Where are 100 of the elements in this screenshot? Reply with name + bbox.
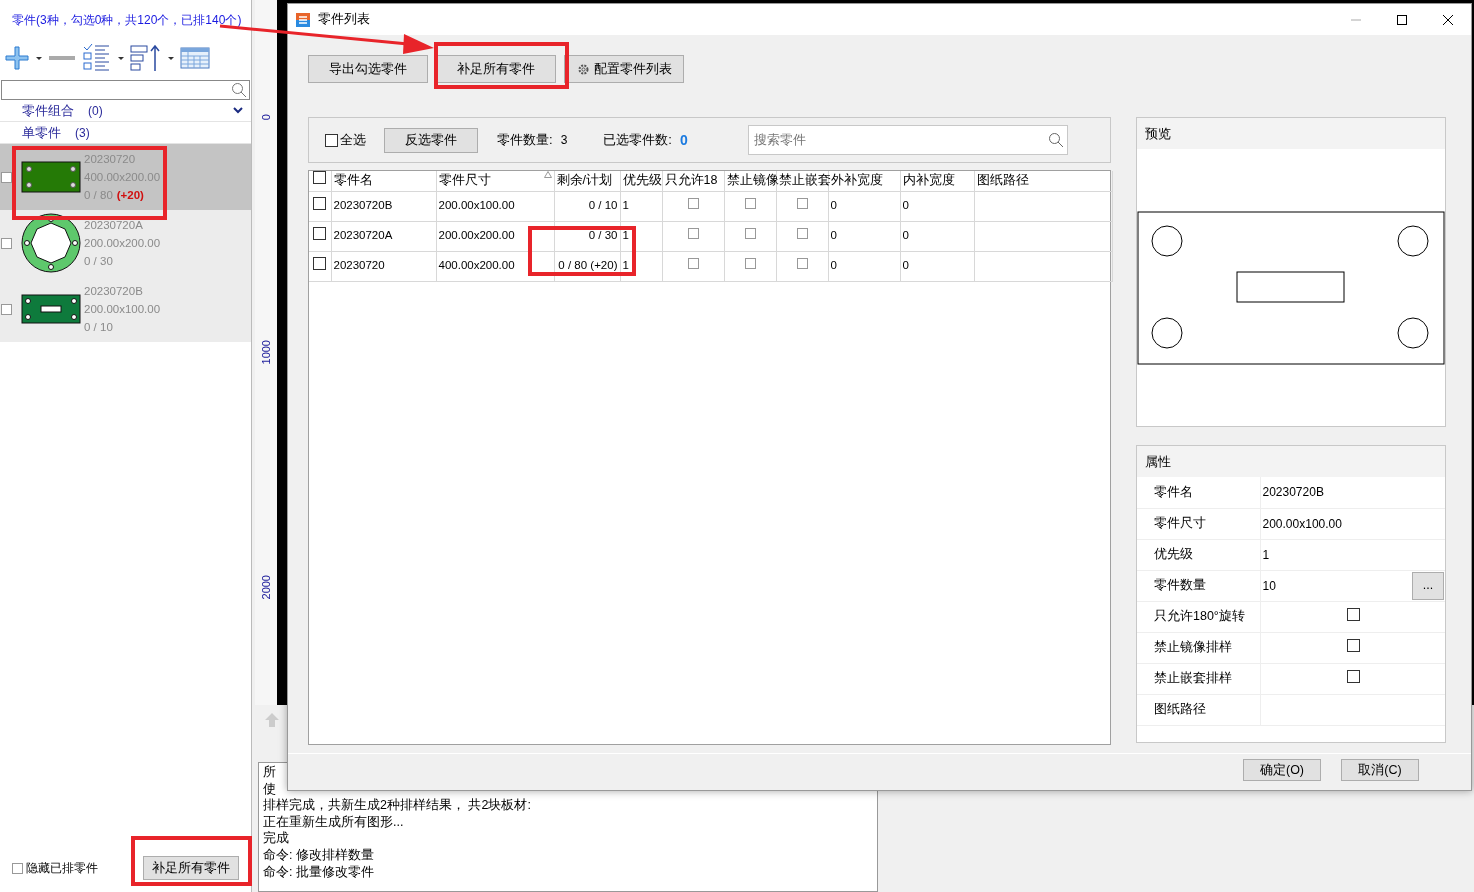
property-label: 禁止嵌套排样: [1137, 663, 1260, 694]
ruler-label: 1000: [258, 340, 273, 365]
checkbox[interactable]: [744, 198, 756, 210]
property-label: 只允许180°旋转: [1137, 601, 1260, 632]
property-value[interactable]: 200.00x100.00: [1260, 508, 1445, 539]
property-value[interactable]: 20230720B: [1260, 477, 1445, 508]
checkbox[interactable]: [796, 258, 808, 270]
group-label: 零件组合: [22, 101, 74, 120]
caret-icon[interactable]: [36, 56, 42, 60]
column-header[interactable]: 内补宽度: [900, 171, 974, 191]
table-cell: 0 / 30: [554, 221, 620, 251]
property-label: 图纸路径: [1137, 694, 1260, 725]
group-label: 单零件: [22, 123, 61, 142]
search-icon[interactable]: [1047, 132, 1064, 148]
search-field[interactable]: [1, 80, 250, 100]
column-header[interactable]: 优先级: [620, 171, 662, 191]
log-line: 命令: 批量修改零件: [263, 863, 375, 881]
remove-icon[interactable]: [48, 55, 76, 61]
table-icon[interactable]: [180, 47, 210, 69]
summary-text: 零件(3种，勾选0种，共120个，已排140个): [11, 12, 243, 29]
app-logo-icon: [296, 12, 310, 27]
group-header[interactable]: 零件组合 (0): [0, 100, 251, 122]
property-value[interactable]: 10: [1262, 576, 1276, 595]
group-count: (0): [88, 102, 103, 120]
checkbox[interactable]: [687, 198, 699, 210]
add-icon[interactable]: [4, 45, 30, 71]
ellipsis-button[interactable]: ...: [1412, 571, 1444, 600]
invert-button[interactable]: 反选零件: [384, 127, 478, 153]
table-cell: 1: [620, 251, 662, 281]
count-label: 零件数量:: [497, 131, 553, 150]
checklist-icon[interactable]: [82, 43, 112, 73]
count-label: 已选零件数:: [603, 131, 672, 150]
table-cell: 200.00x200.00: [436, 221, 554, 251]
checkbox[interactable]: [1, 237, 12, 249]
checkbox[interactable]: [313, 226, 327, 240]
table-cell: 0: [900, 251, 974, 281]
panel-title: 预览: [1137, 118, 1445, 149]
checkbox[interactable]: [313, 196, 327, 210]
toolbar-button[interactable]: 补足所有零件: [436, 55, 556, 83]
chevron-down-icon[interactable]: [233, 107, 243, 114]
caret-icon[interactable]: [118, 56, 124, 60]
column-header[interactable]: 零件尺寸: [436, 171, 554, 191]
search-icon[interactable]: [231, 82, 247, 98]
property-value[interactable]: 1: [1260, 539, 1445, 570]
window-title: 零件列表: [318, 11, 370, 29]
log-line: 完成: [263, 830, 290, 847]
column-header[interactable]: 零件名: [331, 171, 436, 191]
checkbox[interactable]: [744, 258, 756, 270]
log-line: 使: [263, 780, 277, 798]
part-thumbnail: [21, 213, 81, 273]
checkbox[interactable]: [796, 198, 808, 210]
table-cell: 0: [900, 191, 974, 221]
checkbox[interactable]: [744, 228, 756, 240]
toolbar-button[interactable]: 导出勾选零件: [308, 55, 428, 83]
toolbar-button[interactable]: 配置零件列表: [564, 55, 684, 83]
table-cell: 0: [828, 191, 900, 221]
checkbox[interactable]: [1, 171, 12, 183]
column-header[interactable]: 图纸路径: [974, 171, 1112, 191]
fill-button[interactable]: 补足所有零件: [143, 856, 239, 880]
part-name: 20230720B: [84, 284, 144, 299]
checkbox[interactable]: [1346, 607, 1360, 621]
checkbox[interactable]: [1346, 669, 1360, 683]
table-cell: 400.00x200.00: [436, 251, 554, 281]
column-header[interactable]: 剩余/计划: [554, 171, 620, 191]
dialog-button[interactable]: 确定(O): [1243, 759, 1321, 781]
log-line: 正在重新生成所有图形...: [263, 813, 405, 831]
property-label: 零件尺寸: [1137, 508, 1260, 539]
extra-count: (+20): [116, 189, 144, 201]
group-count: (3): [75, 124, 90, 142]
column-header[interactable]: 禁止镜像: [724, 171, 776, 191]
checkbox[interactable]: [687, 228, 699, 240]
column-header[interactable]: 只允许18: [662, 171, 724, 191]
checkbox[interactable]: [1, 303, 12, 315]
part-name: 20230720: [84, 152, 137, 167]
search-field[interactable]: 搜索零件: [747, 125, 1068, 155]
checkbox[interactable]: [796, 228, 808, 240]
table-cell: 1: [620, 191, 662, 221]
checkbox[interactable]: [12, 862, 23, 874]
part-count: 0 / 10: [84, 321, 113, 333]
table-cell: 0: [900, 221, 974, 251]
part-size: 400.00x200.00: [84, 170, 161, 185]
search-input[interactable]: 搜索零件: [751, 129, 1048, 151]
checkbox[interactable]: [313, 256, 327, 270]
checkbox[interactable]: [313, 171, 327, 185]
table-cell: 20230720A: [331, 221, 436, 251]
sort-icon[interactable]: [130, 44, 162, 72]
checkbox[interactable]: [1346, 638, 1360, 652]
property-label: 优先级: [1137, 539, 1260, 570]
caret-icon[interactable]: [168, 56, 174, 60]
close-icon[interactable]: [1443, 14, 1453, 25]
checkbox[interactable]: [325, 133, 338, 147]
log-line: 排样完成，共新生成2种排样结果， 共2块板材:: [263, 797, 532, 814]
log-line: 所: [263, 764, 277, 781]
maximize-icon[interactable]: [1397, 14, 1407, 25]
gear-icon: [576, 62, 590, 76]
part-size: 200.00x100.00: [84, 302, 161, 317]
checkbox[interactable]: [687, 258, 699, 270]
table-cell: 0 / 10: [554, 191, 620, 221]
dialog-button[interactable]: 取消(C): [1341, 759, 1419, 781]
part-thumbnail: [21, 161, 81, 193]
